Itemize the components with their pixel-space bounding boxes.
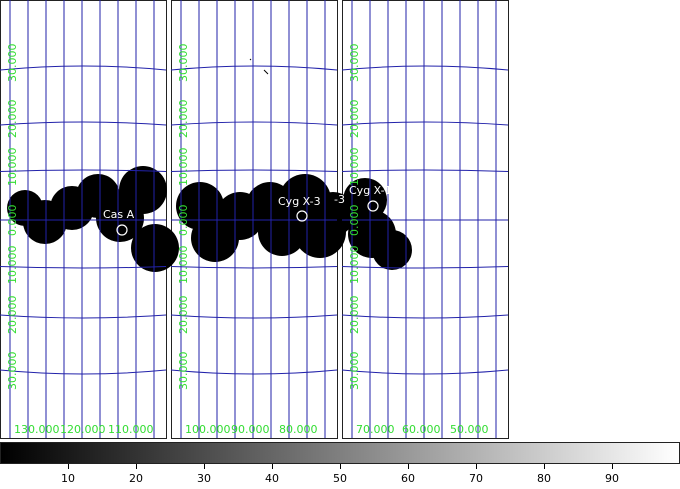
colorbar-tick [204,464,205,469]
latitude-label: 0.000 [6,205,19,237]
latitude-label: 10.000 [6,148,19,187]
colorbar-tick-label: 80 [537,472,551,485]
colorbar: 10 20 30 40 50 60 70 80 90 [0,442,680,489]
latitude-label: 10.000 [6,246,19,285]
colorbar-tick-label: 40 [265,472,279,485]
latitude-label: 20.000 [348,296,361,335]
source-label: Cas A [103,208,135,221]
colorbar-tick [612,464,613,469]
latitude-label: 20.000 [177,100,190,139]
source-label: Cyg X-3 [278,195,321,208]
colorbar-tick-label: 90 [605,472,619,485]
source-label: -3 [334,193,345,206]
latitude-label: 20.000 [177,296,190,335]
colorbar-tick-label: 70 [469,472,483,485]
longitude-label: 80.000 [279,423,318,436]
colorbar-tick-label: 30 [197,472,211,485]
colorbar-tick [544,464,545,469]
longitude-label: 110.000 [108,423,154,436]
longitude-label: 50.000 [450,423,489,436]
latitude-label: 20.000 [6,100,19,139]
latitude-label: 30.000 [6,44,19,83]
latitude-label: 20.000 [6,296,19,335]
latitude-label: 10.000 [177,246,190,285]
latitude-label: 30.000 [348,44,361,83]
colorbar-tick [136,464,137,469]
sky-map[interactable]: 30.000 20.000 10.000 0.000 10.000 20.000 30.00… [0,0,680,442]
colorbar-tick-label: 60 [401,472,415,485]
latitude-label: 30.000 [6,352,19,391]
colorbar-gradient [0,442,680,464]
latitude-label: 30.000 [348,352,361,391]
source-label: Cyg X-1 [349,184,392,197]
latitude-label: 10.000 [348,148,361,187]
colorbar-tick [476,464,477,469]
longitude-label: 90.000 [231,423,270,436]
longitude-label: 120.000 [60,423,106,436]
latitude-label: 30.000 [177,352,190,391]
colorbar-tick-label: 20 [129,472,143,485]
longitude-label: 100.000 [185,423,231,436]
latitude-label: 0.000 [348,205,361,237]
latitude-label: 10.000 [348,246,361,285]
longitude-label: 60.000 [402,423,441,436]
artifact-mark [249,58,252,61]
longitude-label: 70.000 [356,423,395,436]
colorbar-tick-label: 10 [61,472,75,485]
latitude-label: 30.000 [177,44,190,83]
latitude-label: 10.000 [177,148,190,187]
latitude-label: 20.000 [348,100,361,139]
latitude-label: 0.000 [177,205,190,237]
colorbar-tick [68,464,69,469]
colorbar-tick [340,464,341,469]
colorbar-tick [272,464,273,469]
colorbar-tick [408,464,409,469]
colorbar-tick-label: 50 [333,472,347,485]
longitude-label: 130.000 [14,423,60,436]
